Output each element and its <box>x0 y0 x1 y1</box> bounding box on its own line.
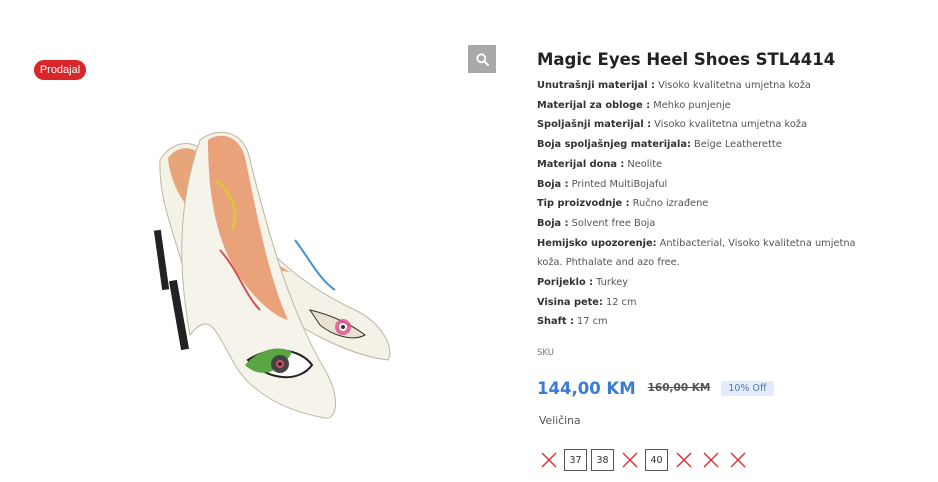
size-option-37[interactable]: 37 <box>564 449 587 471</box>
discount-badge: 10% Off <box>721 380 774 396</box>
size-option-unavailable <box>726 448 749 472</box>
current-price: 144,00 KM <box>537 378 636 398</box>
size-option-unavailable <box>672 448 695 472</box>
close-icon <box>676 452 691 468</box>
spec-row: Spoljašnji materijal : Visoko kvalitetna… <box>537 119 808 131</box>
spec-row: Boja spoljašnjeg materijala: Beige Leath… <box>537 139 782 151</box>
spec-row: Visina pete: 12 cm <box>537 296 637 308</box>
spec-row: Porijeklo : Turkey <box>537 277 629 289</box>
spec-row: Shaft : 17 cm <box>537 316 608 328</box>
size-option-unavailable <box>699 448 722 472</box>
old-price: 160,00 KM <box>647 382 711 394</box>
spec-row: Unutrašnji materijal : Visoko kvalitetna… <box>537 80 811 91</box>
sku-label: SKU <box>537 348 554 358</box>
size-option-unavailable <box>537 448 560 472</box>
spec-row: Hemijsko upozorenje: Antibacterial, Viso… <box>537 237 856 269</box>
close-icon <box>622 452 637 468</box>
size-option-40[interactable]: 40 <box>645 449 668 471</box>
spec-row: Boja : Solvent free Boja <box>537 217 656 229</box>
spec-row: Boja : Printed MultiBojaful <box>537 178 668 190</box>
size-option-unavailable <box>618 448 641 472</box>
size-option-38[interactable]: 38 <box>591 449 614 471</box>
size-selector: 37 38 40 <box>537 448 753 472</box>
size-label: Veličina <box>539 414 581 427</box>
close-icon <box>703 452 718 468</box>
product-image[interactable] <box>120 120 420 430</box>
spec-list: Unutrašnji materijal : Visoko kvalitetna… <box>537 76 867 332</box>
price-row: 144,00 KM 160,00 KM 10% Off <box>537 377 774 399</box>
close-icon <box>730 452 745 468</box>
search-icon <box>475 52 489 66</box>
product-title: Magic Eyes Heel Shoes STL4414 <box>537 50 836 69</box>
close-icon <box>541 452 556 468</box>
sale-badge: Prodajal <box>34 60 86 80</box>
spec-row: Tip proizvodnje : Ručno izrađene <box>537 198 709 210</box>
product-info: Magic Eyes Heel Shoes STL4414 Unutrašnji… <box>537 50 867 332</box>
spec-row: Materijal za obloge : Mehko punjenje <box>537 99 731 111</box>
zoom-button[interactable] <box>468 45 496 73</box>
spec-row: Materijal dona : Neolite <box>537 158 663 170</box>
